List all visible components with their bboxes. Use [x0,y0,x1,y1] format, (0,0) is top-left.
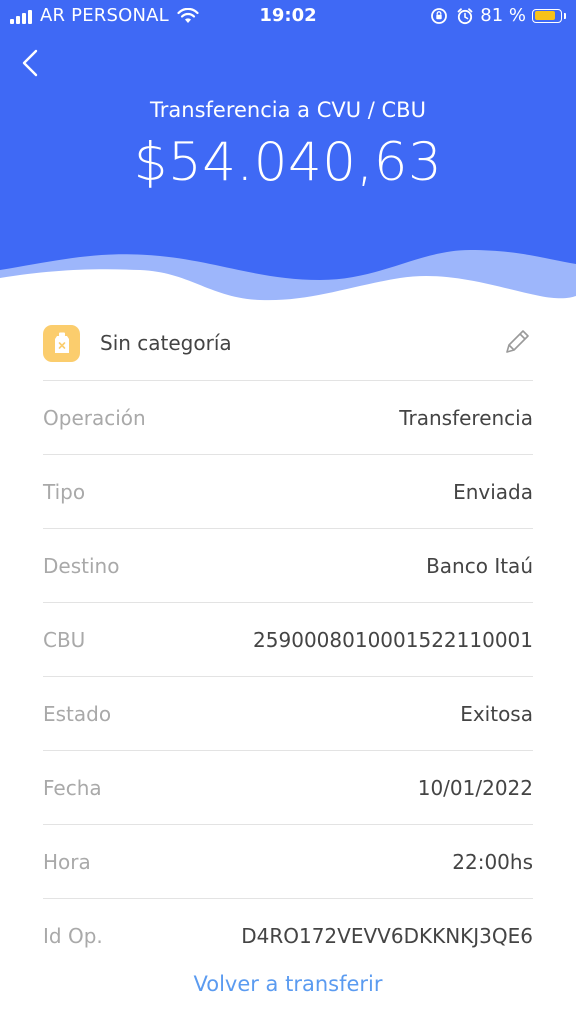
category-row[interactable]: Sin categoría [43,306,533,381]
detail-value: Enviada [453,479,533,504]
detail-row-tipo: Tipo Enviada [43,455,533,529]
battery-tip [564,12,566,19]
detail-row-estado: Estado Exitosa [43,677,533,751]
detail-row-operacion: Operación Transferencia [43,381,533,455]
battery-fill [534,11,555,20]
detail-row-hora: Hora 22:00hs [43,825,533,899]
alarm-icon [457,7,473,24]
detail-value: 10/01/2022 [417,775,533,800]
detail-label: Id Op. [43,923,103,948]
detail-label: Estado [43,701,112,726]
detail-label: Tipo [43,479,86,504]
battery-icon [532,8,562,23]
battery-percent: 81 % [480,5,526,26]
detail-value: Exitosa [460,701,533,726]
detail-value: D4RO172VEVV6DKKNKJ3QE6 [241,923,533,948]
detail-label: CBU [43,627,86,652]
tag-icon [43,324,80,362]
detail-value: 2590008010001522110001 [253,627,533,652]
detail-value: Banco Itaú [426,553,533,578]
pencil-icon[interactable] [499,326,533,360]
detail-value: 22:00hs [452,849,533,874]
detail-label: Hora [43,849,91,874]
detail-row-cbu: CBU 2590008010001522110001 [43,603,533,677]
rotation-lock-icon [431,7,448,24]
detail-value: Transferencia [399,405,533,430]
status-bar: AR PERSONAL 19:02 81 % [0,0,576,34]
detail-row-destino: Destino Banco Itaú [43,529,533,603]
detail-label: Operación [43,405,146,430]
back-chevron-icon[interactable] [18,46,48,80]
detail-label: Destino [43,553,120,578]
transfer-again-link[interactable]: Volver a transferir [0,972,576,996]
detail-row-fecha: Fecha 10/01/2022 [43,751,533,825]
detail-label: Fecha [43,775,102,800]
transfer-amount: $54.040,63 [133,132,443,193]
category-label: Sin categoría [100,331,232,355]
details-card: Sin categoría Operación Transferencia Ti… [43,306,533,972]
page-title: Transferencia a CVU / CBU [150,98,426,122]
detail-row-id-op: Id Op. D4RO172VEVV6DKKNKJ3QE6 [43,899,533,972]
